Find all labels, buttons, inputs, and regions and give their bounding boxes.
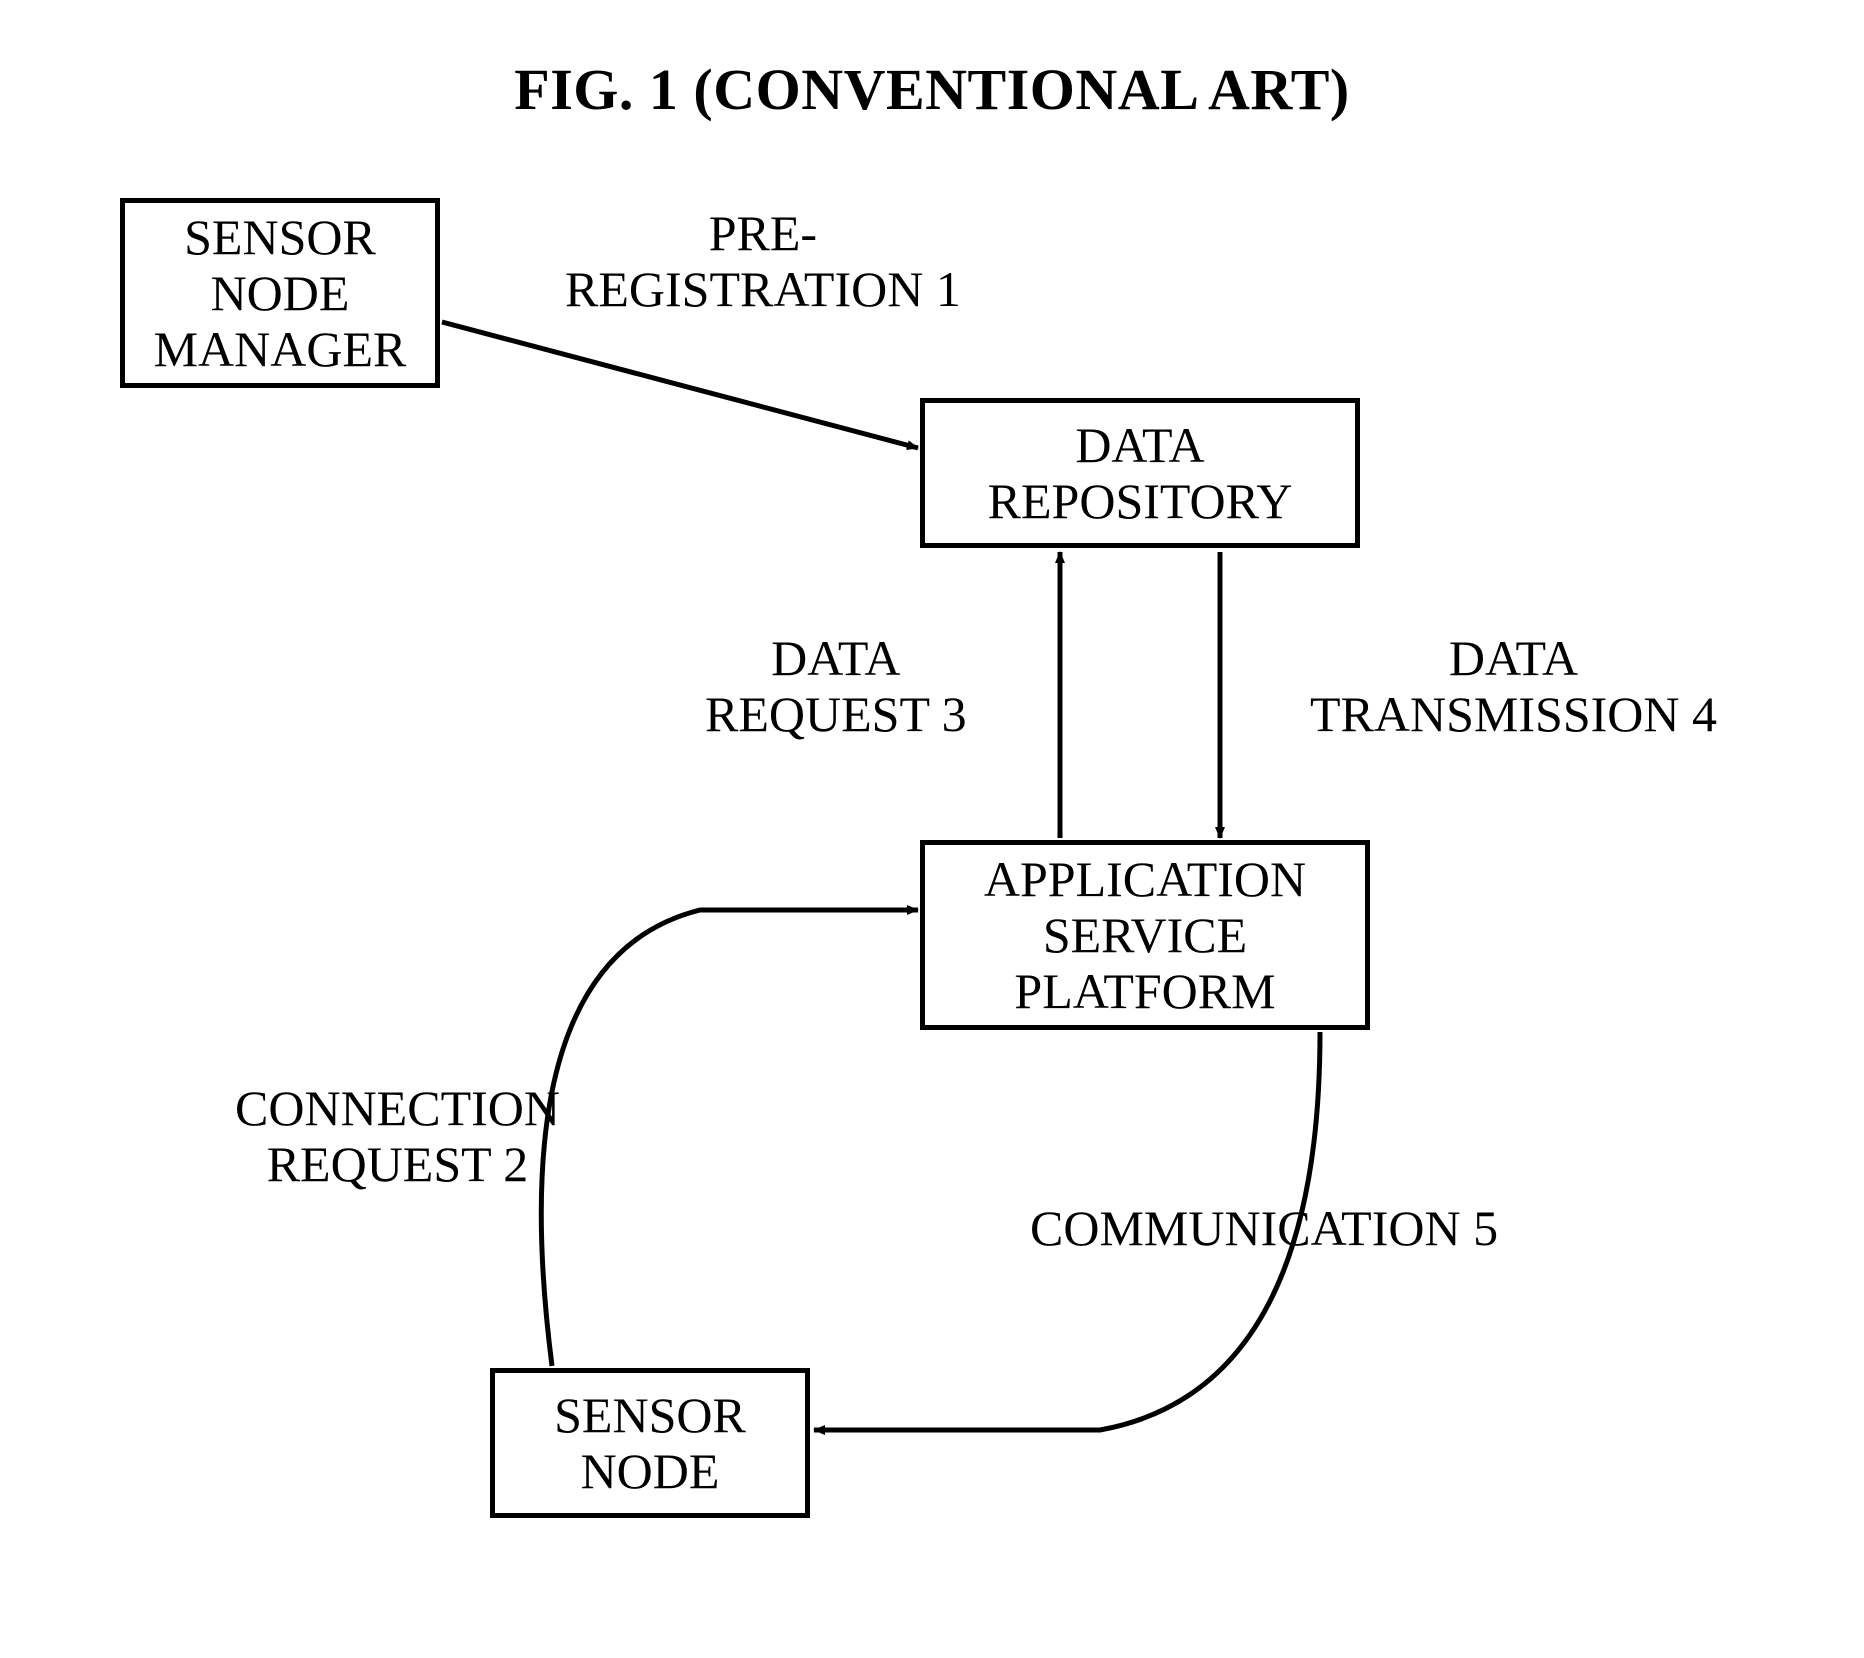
label-data-transmission: DATA TRANSMISSION 4 (1310, 630, 1717, 742)
label-data-request: DATA REQUEST 3 (705, 630, 967, 742)
diagram-canvas: FIG. 1 (CONVENTIONAL ART) SENSOR NODE MA… (0, 0, 1864, 1658)
arrow-connection-request (541, 910, 918, 1366)
label-connection-request: CONNECTION REQUEST 2 (235, 1080, 560, 1192)
label-communication: COMMUNICATION 5 (1030, 1200, 1498, 1256)
arrow-pre-registration (442, 322, 918, 448)
label-pre-registration: PRE- REGISTRATION 1 (565, 205, 961, 317)
